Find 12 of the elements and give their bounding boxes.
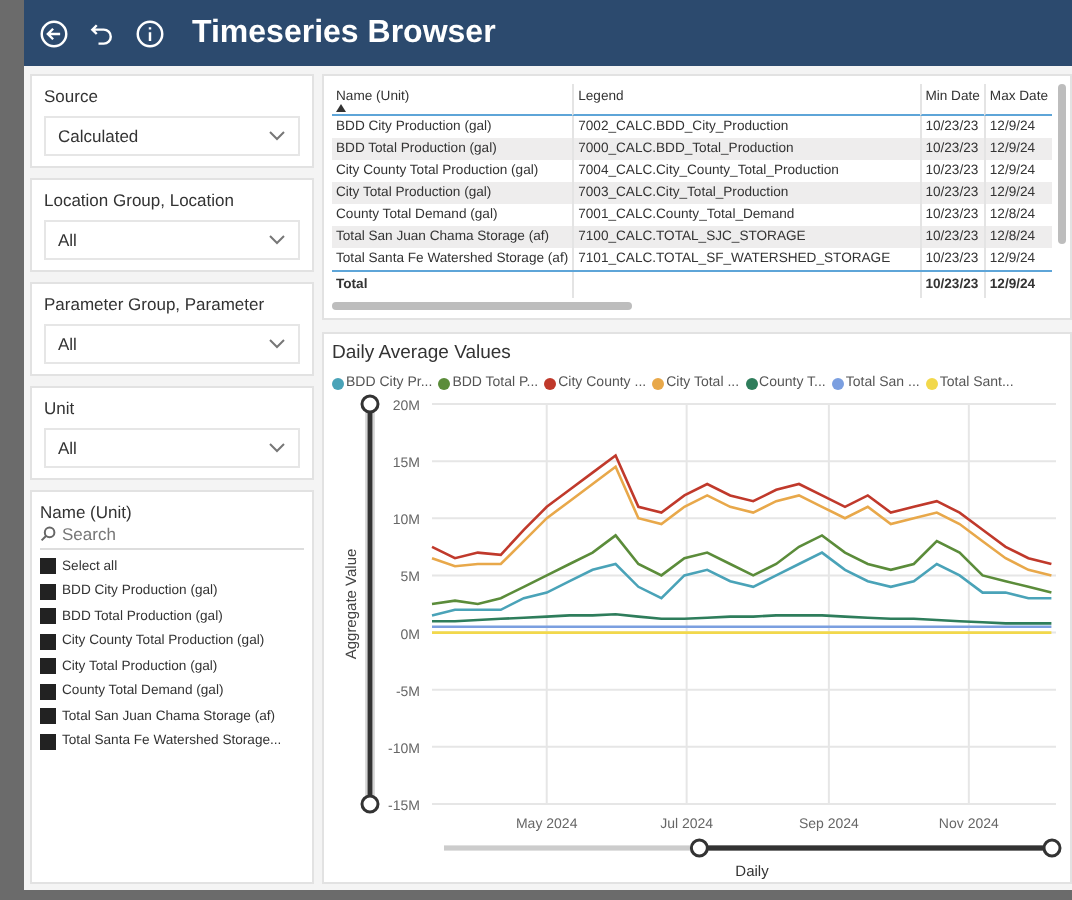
filter-label: Unit [44, 398, 77, 418]
search-field[interactable]: Search [40, 522, 304, 550]
filter-label: Location Group, Location [44, 190, 236, 210]
filter-label: Source [44, 86, 100, 106]
dropdown[interactable]: Calculated [44, 116, 300, 156]
dropdown[interactable]: All [44, 428, 300, 468]
chart-title: Daily Average Values [332, 342, 513, 364]
dropdown[interactable]: All [44, 220, 300, 260]
filter-label: Parameter Group, Parameter [44, 294, 267, 314]
dropdown[interactable]: All [44, 324, 300, 364]
window-title: Timeseries Browser [192, 15, 496, 51]
filter-label: Name (Unit) [40, 502, 134, 522]
